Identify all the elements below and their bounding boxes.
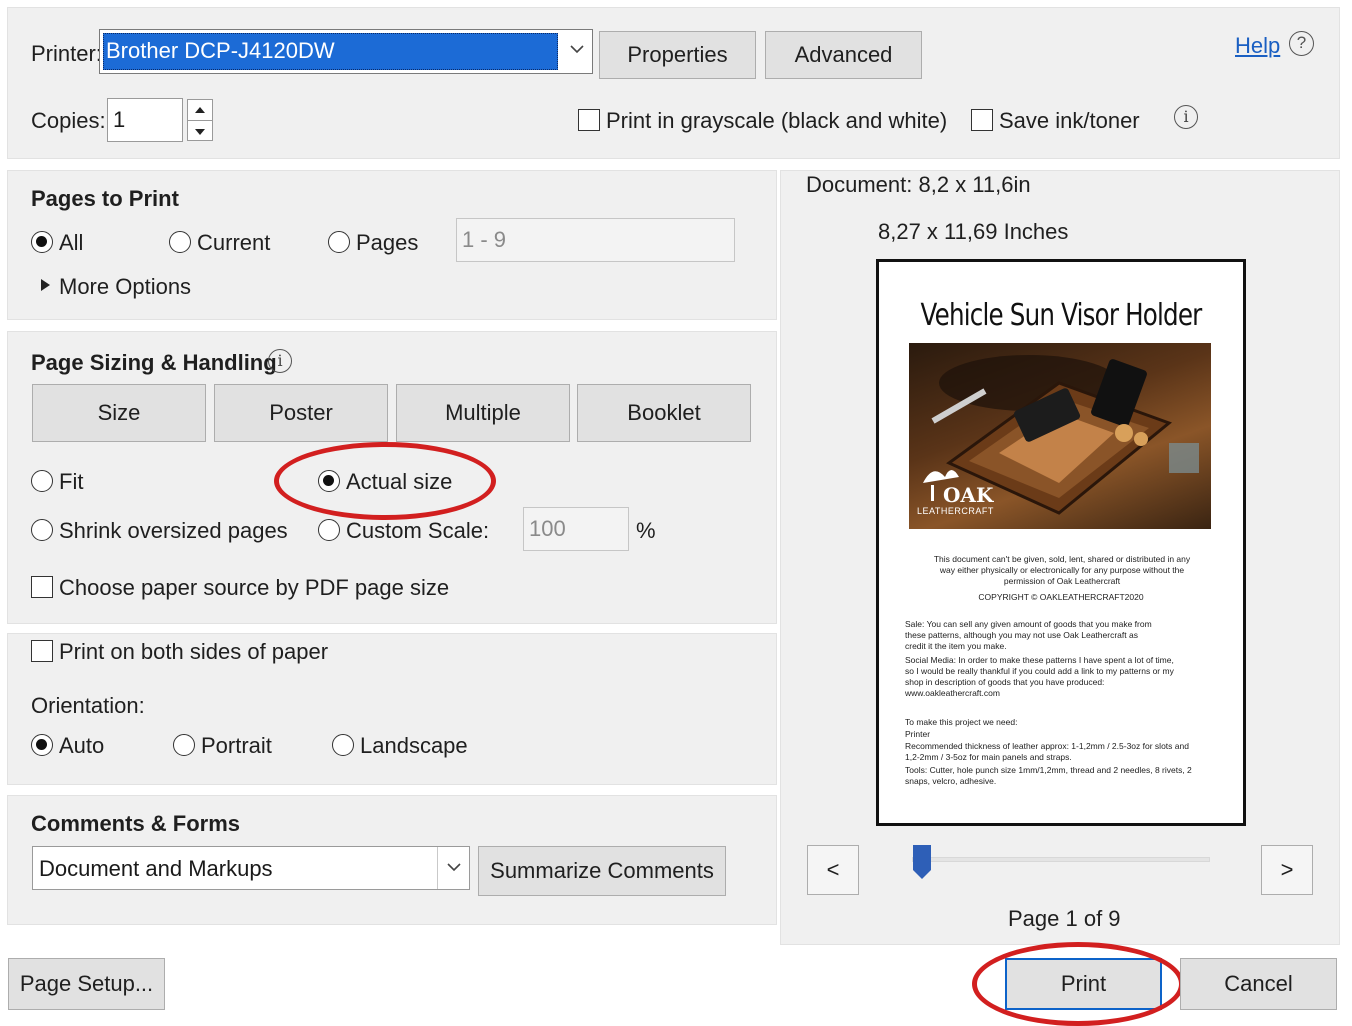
help-icon[interactable]: ? xyxy=(1289,31,1314,56)
stepper-divider xyxy=(188,120,212,121)
comments-title: Comments & Forms xyxy=(31,811,241,836)
preview-paragraph-7: Tools: Cutter, hole punch size 1mm/1,2mm… xyxy=(905,765,1192,786)
preview-paragraph-4: To make this project we need: xyxy=(905,717,1018,727)
sizing-info-icon[interactable]: i xyxy=(268,349,292,373)
advanced-button[interactable]: Advanced xyxy=(765,31,922,79)
slider-track xyxy=(912,857,1210,862)
preview-title: Vehicle Sun Visor Holder xyxy=(920,298,1203,333)
expand-triangle-icon[interactable] xyxy=(40,278,52,297)
tab-booklet[interactable]: Booklet xyxy=(577,384,751,442)
pages-range-input[interactable]: 1 - 9 xyxy=(456,218,735,262)
next-page-button[interactable]: > xyxy=(1261,845,1313,895)
page-slider[interactable] xyxy=(912,844,1210,880)
chevron-down-icon xyxy=(445,858,463,881)
radio-current[interactable] xyxy=(169,231,191,253)
page-sizing-title: Page Sizing & Handling xyxy=(31,350,277,375)
logo-text: OAK xyxy=(943,483,994,507)
chevron-down-icon xyxy=(568,40,586,63)
radio-all-label: All xyxy=(59,230,84,255)
properties-button[interactable]: Properties xyxy=(599,31,756,79)
paper-source-checkbox[interactable] xyxy=(31,576,53,598)
select-divider xyxy=(437,847,438,889)
logo-subtext: LEATHERCRAFT xyxy=(917,506,994,516)
grayscale-label: Print in grayscale (black and white) xyxy=(606,108,948,133)
summarize-comments-button[interactable]: Summarize Comments xyxy=(478,846,726,896)
info-icon[interactable]: i xyxy=(1174,105,1198,129)
printer-select-text: Brother DCP-J4120DW xyxy=(106,38,335,63)
preview-paragraph-2: Sale: You can sell any given amount of g… xyxy=(905,619,1152,651)
copies-label: Copies: xyxy=(31,108,106,133)
paper-source-label: Choose paper source by PDF page size xyxy=(59,575,450,600)
page-preview: Vehicle Sun Visor Holder OAK LEATHERCRAF… xyxy=(876,259,1246,826)
radio-fit[interactable] xyxy=(31,470,53,492)
radio-landscape[interactable] xyxy=(332,734,354,756)
radio-actual-size[interactable] xyxy=(318,470,340,492)
radio-auto[interactable] xyxy=(31,734,53,756)
stepper-up-icon[interactable] xyxy=(194,103,206,121)
pages-to-print-title: Pages to Print xyxy=(31,186,179,211)
radio-actual-size-label: Actual size xyxy=(346,469,453,494)
more-options-link[interactable]: More Options xyxy=(59,274,191,300)
both-sides-label: Print on both sides of paper xyxy=(59,639,329,664)
radio-portrait[interactable] xyxy=(173,734,195,756)
percent-label: % xyxy=(636,518,656,543)
stepper-down-icon[interactable] xyxy=(194,125,206,143)
page-setup-button[interactable]: Page Setup... xyxy=(8,958,165,1010)
help-link[interactable]: Help xyxy=(1235,33,1280,59)
copies-input[interactable]: 1 xyxy=(107,98,183,142)
radio-landscape-label: Landscape xyxy=(360,733,468,758)
comments-select-text: Document and Markups xyxy=(39,856,273,881)
previous-page-button[interactable]: < xyxy=(807,845,859,895)
grayscale-checkbox[interactable] xyxy=(578,109,600,131)
radio-all[interactable] xyxy=(31,231,53,253)
preview-paragraph-5: Printer xyxy=(905,729,931,739)
cancel-button[interactable]: Cancel xyxy=(1180,958,1337,1010)
radio-pages-label: Pages xyxy=(356,230,419,255)
save-ink-checkbox[interactable] xyxy=(971,109,993,131)
page-indicator: Page 1 of 9 xyxy=(1008,906,1121,931)
tab-multiple[interactable]: Multiple xyxy=(396,384,570,442)
radio-custom-scale[interactable] xyxy=(318,519,340,541)
radio-shrink[interactable] xyxy=(31,519,53,541)
orientation-title: Orientation: xyxy=(31,693,145,718)
preview-copyright: COPYRIGHT © OAKLEATHERCRAFT2020 xyxy=(978,592,1144,602)
comments-select[interactable]: Document and Markups xyxy=(32,846,470,890)
printer-label: Printer: xyxy=(31,41,102,66)
radio-custom-scale-label: Custom Scale: xyxy=(346,518,490,543)
both-sides-checkbox[interactable] xyxy=(31,640,53,662)
tab-poster[interactable]: Poster xyxy=(214,384,388,442)
tab-size[interactable]: Size xyxy=(32,384,206,442)
preview-paragraph-6: Recommended thickness of leather approx:… xyxy=(905,741,1189,762)
radio-auto-label: Auto xyxy=(59,733,105,758)
paper-size-label: 8,27 x 11,69 Inches xyxy=(878,219,1069,244)
preview-product-image: OAK LEATHERCRAFT xyxy=(909,343,1211,529)
print-button[interactable]: Print xyxy=(1005,958,1162,1010)
preview-paragraph-3: Social Media: In order to make these pat… xyxy=(905,655,1174,698)
radio-current-label: Current xyxy=(197,230,271,255)
radio-portrait-label: Portrait xyxy=(201,733,272,758)
preview-paragraph-1: This document can't be given, sold, lent… xyxy=(933,554,1191,586)
copies-stepper[interactable] xyxy=(187,99,213,141)
printer-select[interactable]: Brother DCP-J4120DW xyxy=(99,29,593,74)
slider-thumb[interactable] xyxy=(912,844,932,880)
radio-shrink-label: Shrink oversized pages xyxy=(59,518,288,543)
radio-pages[interactable] xyxy=(328,231,350,253)
save-ink-label: Save ink/toner xyxy=(999,108,1140,133)
radio-fit-label: Fit xyxy=(59,469,84,494)
document-size-label: Document: 8,2 x 11,6in xyxy=(806,172,1031,197)
custom-scale-input[interactable]: 100 xyxy=(523,507,629,551)
